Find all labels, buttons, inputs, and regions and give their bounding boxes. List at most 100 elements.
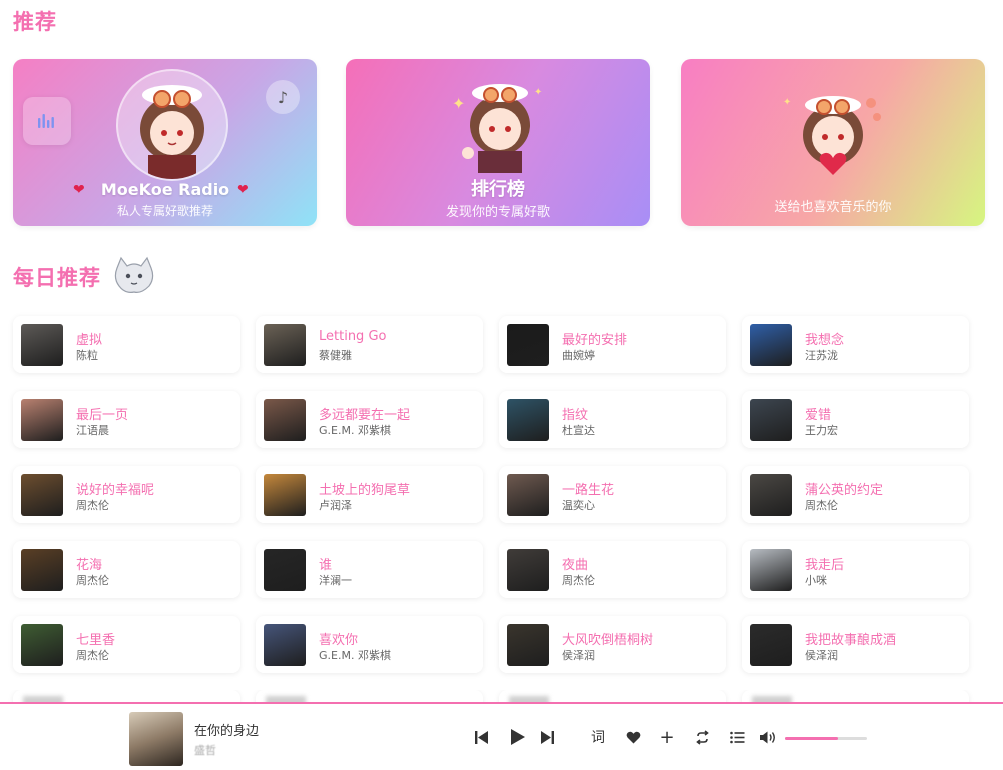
song-artist: 周杰伦: [76, 649, 109, 662]
ranking-mascot: ✦ ✦: [446, 69, 554, 173]
song-artist: 江语晨: [76, 424, 109, 437]
song-item[interactable]: 多远都要在一起 G.E.M. 邓紫棋: [256, 391, 483, 448]
song-cover: [507, 324, 549, 366]
song-item[interactable]: 一路生花 温奕心: [499, 466, 726, 523]
song-cover: [264, 549, 306, 591]
song-title: 多远都要在一起: [319, 408, 411, 423]
lyrics-button[interactable]: 词: [588, 726, 608, 748]
song-item[interactable]: 说好的幸福呢 周杰伦: [13, 466, 240, 523]
gift-card-subtitle: 送给也喜欢音乐的你: [774, 200, 892, 215]
song-artist: 曲婉婷: [562, 349, 595, 362]
song-artist: 蔡健雅: [319, 349, 352, 362]
play-icon[interactable]: [506, 726, 528, 748]
svg-text:✦: ✦: [783, 97, 791, 108]
song-artist: 周杰伦: [76, 574, 109, 587]
song-title: 谁: [319, 558, 333, 573]
song-title: 蒲公英的约定: [805, 483, 884, 498]
song-artist: 周杰伦: [805, 499, 838, 512]
song-cover: [750, 474, 792, 516]
song-artist: G.E.M. 邓紫棋: [319, 424, 391, 437]
waveform-icon[interactable]: [23, 97, 71, 145]
song-artist: 周杰伦: [76, 499, 109, 512]
now-playing-title: 在你的身边: [194, 724, 260, 739]
daily-section-title: 每日推荐: [13, 266, 101, 290]
heart-icon[interactable]: [623, 726, 643, 748]
song-cover: [750, 624, 792, 666]
next-track-icon[interactable]: [538, 726, 556, 748]
song-title: 最好的安排: [562, 333, 628, 348]
song-cover: [264, 324, 306, 366]
volume-slider[interactable]: [785, 737, 867, 740]
song-title: 喜欢你: [319, 633, 359, 648]
volume-icon[interactable]: [757, 726, 779, 748]
song-artist: 杜宣达: [562, 424, 595, 437]
now-playing-artist: 盛哲: [194, 744, 216, 757]
radio-card-title: MoeKoe Radio: [100, 180, 230, 199]
song-item[interactable]: 喜欢你 G.E.M. 邓紫棋: [256, 616, 483, 673]
player-bar: 在你的身边 盛哲 词 +: [0, 702, 1003, 770]
music-note-icon[interactable]: ♪: [266, 80, 300, 114]
song-artist: 侯泽润: [805, 649, 838, 662]
song-title: Letting Go: [319, 329, 387, 344]
gift-card[interactable]: ✦ 送给也喜欢音乐的你: [681, 59, 985, 226]
song-cover: [507, 549, 549, 591]
song-cover: [750, 549, 792, 591]
song-title: 我走后: [805, 558, 845, 573]
song-cover: [264, 474, 306, 516]
song-title: 指纹: [562, 408, 589, 423]
song-item[interactable]: 夜曲 周杰伦: [499, 541, 726, 598]
song-cover: [507, 474, 549, 516]
radio-card-subtitle: 私人专属好歌推荐: [116, 204, 213, 218]
song-artist: 卢润泽: [319, 499, 352, 512]
song-item[interactable]: 土坡上的狗尾草 卢润泽: [256, 466, 483, 523]
playlist-icon[interactable]: [727, 726, 747, 748]
song-artist: G.E.M. 邓紫棋: [319, 649, 391, 662]
svg-text:✦: ✦: [534, 87, 542, 98]
song-title: 说好的幸福呢: [76, 483, 155, 498]
song-item[interactable]: 指纹 杜宣达: [499, 391, 726, 448]
radio-mascot-avatar: [116, 69, 228, 181]
song-item[interactable]: 蒲公英的约定 周杰伦: [742, 466, 969, 523]
add-icon[interactable]: +: [657, 726, 677, 748]
song-cover: [21, 324, 63, 366]
song-title: 七里香: [76, 633, 116, 648]
song-item[interactable]: 七里香 周杰伦: [13, 616, 240, 673]
song-title: 虚拟: [76, 333, 103, 348]
song-cover: [21, 474, 63, 516]
song-title: 夜曲: [562, 558, 589, 573]
song-item[interactable]: 我想念 汪苏泷: [742, 316, 969, 373]
song-item[interactable]: 我走后 小咪: [742, 541, 969, 598]
previous-track-icon[interactable]: [472, 726, 490, 748]
now-playing-cover[interactable]: [129, 712, 183, 766]
repeat-icon[interactable]: [692, 726, 712, 748]
song-title: 大风吹倒梧桐树: [562, 633, 654, 648]
song-title: 我想念: [805, 333, 845, 348]
song-artist: 王力宏: [805, 424, 838, 437]
song-artist: 周杰伦: [562, 574, 595, 587]
song-cover: [21, 399, 63, 441]
song-title: 爱错: [805, 408, 832, 423]
song-item[interactable]: 爱错 王力宏: [742, 391, 969, 448]
song-item[interactable]: 花海 周杰伦: [13, 541, 240, 598]
ranking-card-subtitle: 发现你的专属好歌: [445, 205, 550, 220]
moekoe-radio-card[interactable]: ♪ ❤ ❤ MoeKoe Radio 私人专属好歌推荐: [13, 59, 317, 226]
song-item[interactable]: Letting Go 蔡健雅: [256, 316, 483, 373]
song-title: 花海: [76, 558, 103, 573]
song-item[interactable]: 虚拟 陈粒: [13, 316, 240, 373]
song-item[interactable]: 最后一页 江语晨: [13, 391, 240, 448]
song-cover: [750, 399, 792, 441]
song-cover: [507, 399, 549, 441]
song-item[interactable]: 大风吹倒梧桐树 侯泽润: [499, 616, 726, 673]
gift-mascot: ✦: [779, 83, 887, 191]
song-title: 我把故事酿成酒: [805, 633, 897, 648]
song-cover: [21, 549, 63, 591]
song-cover: [507, 624, 549, 666]
song-item[interactable]: 谁洋澜一: [256, 541, 483, 598]
song-artist: 洋澜一: [319, 574, 352, 587]
song-item[interactable]: 我把故事酿成酒 侯泽润: [742, 616, 969, 673]
recommend-section-title: 推荐: [13, 10, 57, 34]
song-item[interactable]: 最好的安排 曲婉婷: [499, 316, 726, 373]
song-cover: [264, 399, 306, 441]
song-cover: [750, 324, 792, 366]
ranking-card[interactable]: ✦ ✦ 排行榜 发现你的专属好歌: [346, 59, 650, 226]
